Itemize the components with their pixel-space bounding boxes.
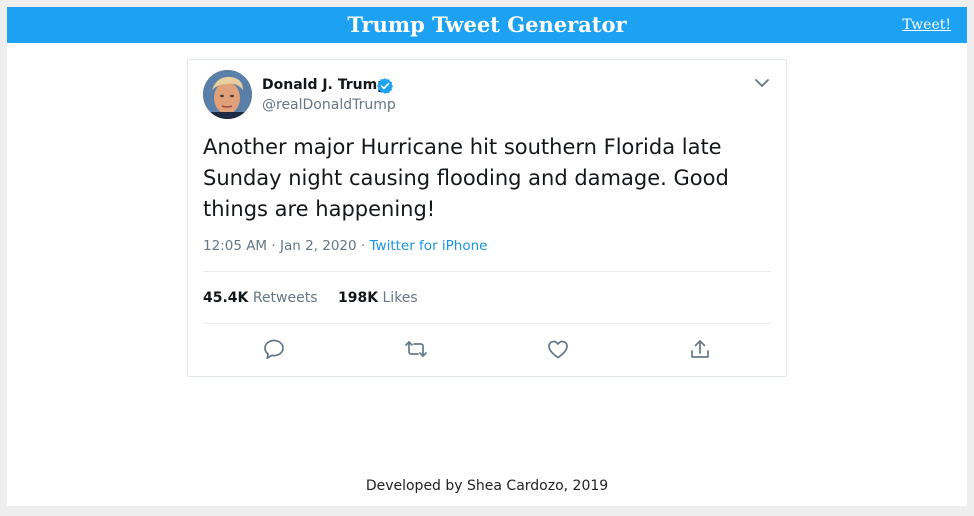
likes-count: 198K <box>337 290 379 306</box>
tweet-text: Another major Hurricane hit southern Flo… <box>203 135 729 221</box>
app-title: Trump Tweet Generator <box>347 12 627 37</box>
tweet-meta: 12:05 AM · Jan 2, 2020 · Twitter for iPh… <box>203 238 487 254</box>
tweet-source-link[interactable]: Twitter for iPhone <box>370 238 488 254</box>
tweet-link[interactable]: Tweet! <box>902 17 951 33</box>
chevron-down-icon[interactable] <box>754 76 770 90</box>
handle[interactable]: @realDonaldTrump <box>262 97 396 113</box>
divider <box>203 323 771 324</box>
likes-label: Likes <box>382 290 418 306</box>
tweet-stats: 45.4K Retweets 198K Likes <box>203 290 434 306</box>
retweets-stat[interactable]: 45.4K Retweets <box>203 290 318 306</box>
tweet-time[interactable]: 12:05 AM <box>203 238 267 254</box>
footer-credit: Developed by Shea Cardozo, 2019 <box>365 478 609 494</box>
meta-separator: · <box>271 238 280 254</box>
meta-separator: · <box>360 238 370 254</box>
retweet-icon[interactable] <box>404 338 428 360</box>
likes-stat[interactable]: 198K Likes <box>338 290 418 306</box>
tweet-card: Donald J. Trump @realDonaldTrump Another… <box>187 59 787 377</box>
verified-badge-icon <box>376 78 394 94</box>
avatar[interactable] <box>203 70 252 119</box>
reply-icon[interactable] <box>262 338 286 360</box>
page: Trump Tweet Generator Tweet! Donald J. T… <box>7 7 967 506</box>
display-name[interactable]: Donald J. Trump <box>262 77 387 93</box>
top-bar: Trump Tweet Generator Tweet! <box>7 7 967 43</box>
retweets-count: 45.4K <box>203 290 249 306</box>
retweets-label: Retweets <box>252 290 318 306</box>
like-icon[interactable] <box>546 338 570 360</box>
avatar-image <box>203 70 252 119</box>
tweet-date[interactable]: Jan 2, 2020 <box>280 238 357 254</box>
divider <box>203 271 771 272</box>
share-icon[interactable] <box>688 338 712 360</box>
